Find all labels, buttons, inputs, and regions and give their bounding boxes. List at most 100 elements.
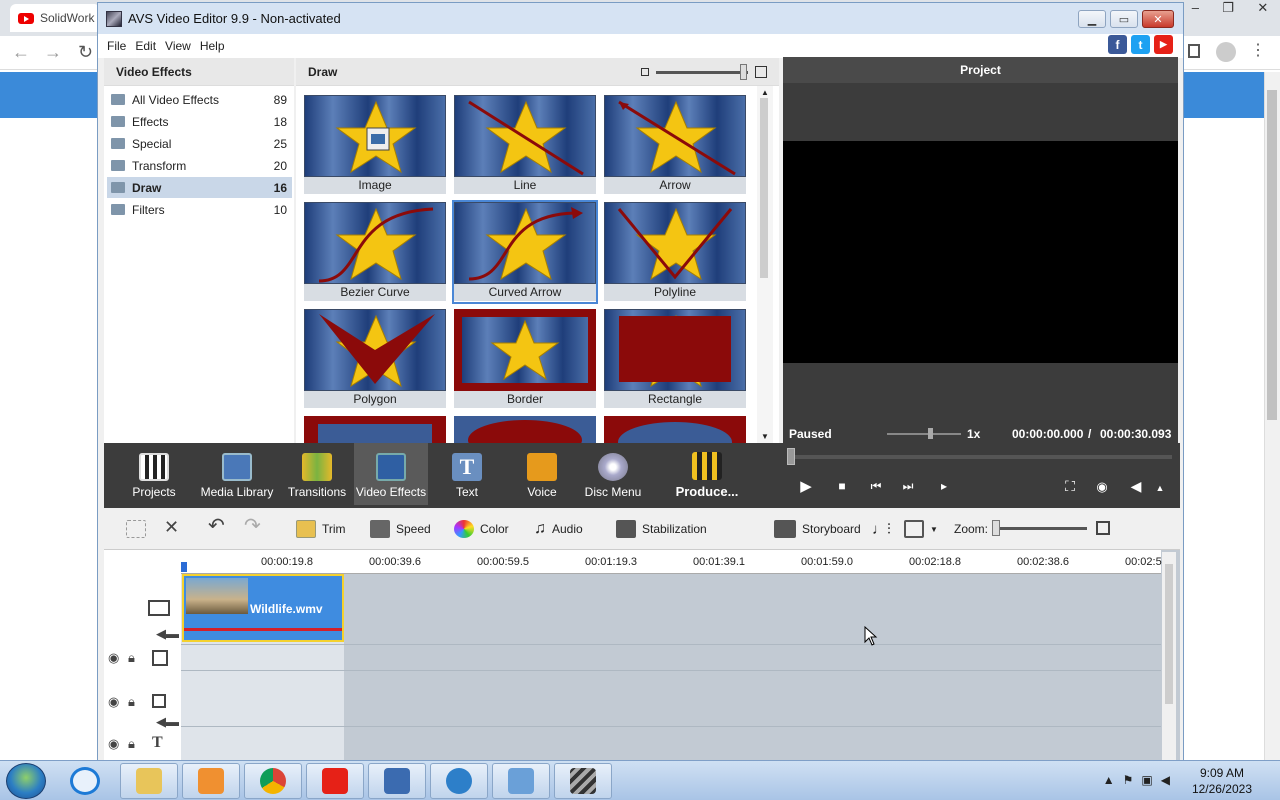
lock-icon[interactable]: 🔒︎ — [128, 694, 135, 710]
scissors-split-button[interactable] — [126, 518, 146, 540]
video-clip[interactable]: Wildlife.wmv — [182, 574, 344, 642]
minimize-button[interactable]: ▁ — [1078, 10, 1106, 28]
clip-audio-volume-line[interactable] — [184, 628, 342, 631]
volume-icon[interactable]: ◀ — [1126, 478, 1146, 495]
effect-tile-bezier-curve[interactable]: Bezier Curve — [304, 202, 446, 302]
playhead-marker[interactable] — [181, 562, 187, 572]
scroll-up-icon[interactable]: ▲ — [761, 88, 769, 97]
taskbar-computer[interactable] — [368, 763, 426, 799]
eye-icon[interactable]: ◉ — [108, 694, 119, 710]
speed-slider-handle[interactable] — [928, 428, 933, 439]
effect-tile-line[interactable]: Line — [454, 95, 596, 195]
snapshot-camera-icon[interactable]: ◉ — [1092, 479, 1112, 495]
menu-view[interactable]: View — [165, 39, 191, 53]
storyboard-button[interactable]: Storyboard — [774, 518, 861, 540]
tray-network-icon[interactable]: ▣ — [1141, 773, 1152, 787]
play-icon[interactable]: ▶ — [796, 477, 816, 495]
taskbar-app-eyes[interactable] — [492, 763, 550, 799]
scroll-down-icon[interactable]: ▼ — [761, 432, 769, 441]
effect-tile-polyline[interactable]: Polyline — [604, 202, 746, 302]
eye-icon[interactable]: ◉ — [108, 736, 119, 752]
thumb-size-large-icon[interactable] — [755, 66, 767, 78]
menu-file[interactable]: File — [107, 39, 126, 53]
projects-button[interactable]: Projects — [122, 443, 186, 505]
forward-arrow-icon[interactable]: → — [44, 42, 62, 63]
zoom-slider[interactable] — [997, 527, 1087, 530]
folder-item-effects[interactable]: Effects 18 — [107, 111, 292, 132]
effect-tile-arrow[interactable]: Arrow — [604, 95, 746, 195]
taskbar-avs-video-editor[interactable] — [554, 763, 612, 799]
folder-item-special[interactable]: Special 25 — [107, 133, 292, 154]
reload-icon[interactable]: ↻ — [78, 42, 93, 63]
redo-button[interactable]: ↷ — [244, 514, 261, 537]
thumb-size-slider[interactable] — [656, 71, 748, 74]
twitter-icon[interactable]: t — [1131, 35, 1150, 54]
trim-button[interactable]: Trim — [296, 518, 346, 540]
voice-button[interactable]: Voice — [512, 443, 572, 505]
taskbar-media-player[interactable] — [182, 763, 240, 799]
page-scrollbar-thumb[interactable] — [1267, 90, 1277, 420]
zoom-fit-icon[interactable] — [1096, 521, 1110, 535]
audio-mixer-button[interactable]: ♩⫶ — [872, 518, 891, 540]
video-preview[interactable] — [783, 141, 1178, 363]
effect-tile-partial[interactable] — [454, 416, 596, 443]
effect-tile-polygon[interactable]: Polygon — [304, 309, 446, 409]
produce-button[interactable]: Produce... — [670, 443, 744, 505]
folder-item-filters[interactable]: Filters 10 — [107, 199, 292, 220]
next-frame-icon[interactable]: ⏭ — [898, 479, 918, 494]
effect-tile-image[interactable]: Image — [304, 95, 446, 195]
delete-button[interactable]: ✕ — [164, 516, 179, 538]
folder-item-transform[interactable]: Transform 20 — [107, 155, 292, 176]
thumb-size-slider-handle[interactable] — [740, 64, 747, 80]
tray-volume-icon[interactable]: ◀ — [1161, 773, 1170, 787]
start-button[interactable] — [6, 763, 46, 799]
color-button[interactable]: Color — [454, 518, 509, 540]
stop-icon[interactable]: ■ — [832, 479, 852, 493]
taskbar-file-explorer[interactable] — [120, 763, 178, 799]
transitions-button[interactable]: Transitions — [286, 443, 348, 505]
close-icon[interactable]: ✕ — [1257, 0, 1268, 18]
facebook-icon[interactable]: f — [1108, 35, 1127, 54]
previous-frame-icon[interactable]: ⏮ — [866, 479, 886, 494]
menu-edit[interactable]: Edit — [135, 39, 156, 53]
system-clock[interactable]: 9:09 AM 12/26/2023 — [1192, 765, 1252, 797]
lock-icon[interactable]: 🔒︎ — [128, 650, 135, 666]
menu-help[interactable]: Help — [200, 39, 225, 53]
sidepanel-icon[interactable] — [1188, 44, 1200, 58]
seek-bar-handle[interactable] — [787, 448, 795, 465]
minimize-icon[interactable]: – — [1192, 0, 1199, 18]
browser-tab[interactable]: SolidWork — [10, 4, 100, 32]
video-effects-button[interactable]: Video Effects — [354, 443, 428, 505]
seek-bar[interactable] — [792, 455, 1172, 459]
speed-slider[interactable] — [887, 433, 961, 435]
taskbar-app-star[interactable] — [430, 763, 488, 799]
clip-frame-icon[interactable]: ▸ — [934, 479, 954, 493]
effect-tile-partial[interactable] — [604, 416, 746, 443]
thumb-size-small-icon[interactable] — [641, 68, 649, 76]
effect-tile-partial[interactable] — [304, 416, 446, 443]
folder-item-all-video-effects[interactable]: All Video Effects 89 — [107, 89, 292, 110]
monitor-dropdown-button[interactable]: ▼ — [904, 518, 938, 540]
maximize-button[interactable]: ▭ — [1110, 10, 1138, 28]
profile-avatar-icon[interactable] — [1216, 42, 1236, 62]
taskbar-chrome[interactable] — [244, 763, 302, 799]
taskbar-youtube-app[interactable] — [306, 763, 364, 799]
undo-button[interactable]: ↶ — [208, 514, 225, 537]
volume-dropdown-icon[interactable]: ▲ — [1150, 483, 1170, 493]
lock-icon[interactable]: 🔒︎ — [128, 736, 135, 752]
effect-tile-rectangle[interactable]: Rectangle — [604, 309, 746, 409]
timeline-ruler[interactable]: 00:00:19.8 00:00:39.6 00:00:59.5 00:01:1… — [181, 550, 1162, 574]
timeline-scrollbar-thumb[interactable] — [1165, 564, 1173, 704]
draw-panel-scrollbar-thumb[interactable] — [760, 98, 768, 278]
fullscreen-icon[interactable]: ⛶ — [1060, 478, 1080, 495]
back-arrow-icon[interactable]: ← — [12, 42, 30, 63]
internet-explorer-icon[interactable] — [70, 767, 100, 795]
effect-tile-curved-arrow[interactable]: Curved Arrow — [452, 200, 598, 304]
eye-icon[interactable]: ◉ — [108, 650, 119, 666]
tray-expand-icon[interactable]: ▲ — [1103, 773, 1115, 787]
video-track-audio-icon[interactable]: ◀▬ — [156, 626, 179, 642]
text-button[interactable]: T Text — [436, 443, 498, 505]
more-menu-icon[interactable]: ⋮ — [1250, 40, 1266, 60]
overlay-audio-icon[interactable]: ◀▬ — [156, 714, 179, 730]
effect-tile-border[interactable]: Border — [454, 309, 596, 409]
